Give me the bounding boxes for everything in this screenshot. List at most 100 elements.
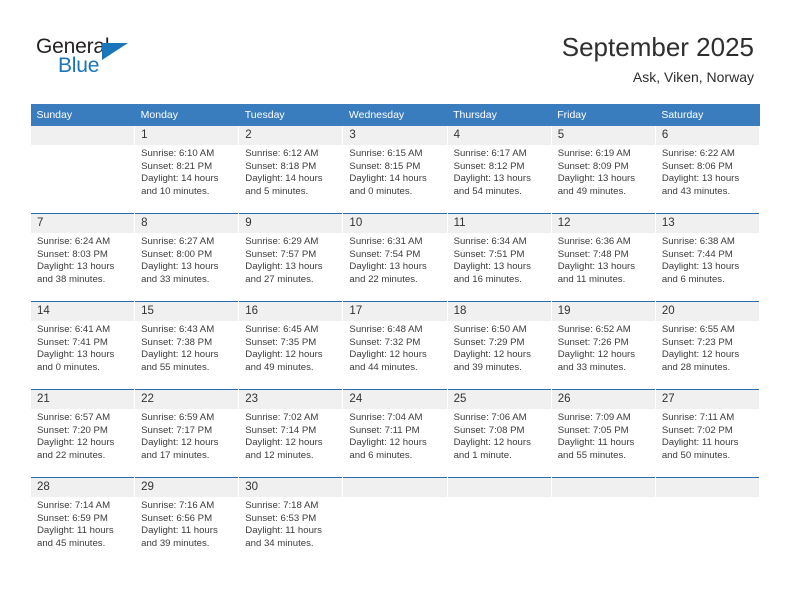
brand-logo[interactable]: General Blue (36, 36, 156, 84)
day-cell-inner: 4 Sunrise: 6:17 AM Sunset: 8:12 PM Daylight… (447, 126, 551, 213)
sunset-text: Sunset: 7:26 PM (557, 336, 629, 348)
calendar-day-cell[interactable]: 4 Sunrise: 6:17 AM Sunset: 8:12 PM Daylight… (446, 126, 552, 214)
day-number: 22 (135, 390, 239, 409)
sunset-text: Sunset: 8:03 PM (37, 248, 108, 260)
sunset-text: Sunset: 7:20 PM (37, 424, 108, 436)
calendar-cell-empty (342, 477, 448, 565)
day-number: 15 (135, 302, 239, 321)
day-info: Sunrise: 7:02 AM Sunset: 7:14 PM Daylight:… (239, 409, 342, 462)
calendar-day-cell[interactable]: 11 Sunrise: 6:34 AM Sunset: 7:51 PM Dayligh… (446, 213, 552, 302)
weekday-header-sunday: Sunday (30, 104, 135, 126)
calendar-day-cell[interactable]: 14 Sunrise: 6:41 AM Sunset: 7:41 PM Dayligh… (29, 301, 136, 390)
daylight-text-line2: and 17 minutes. (141, 449, 210, 461)
calendar-body: 1 Sunrise: 6:10 AM Sunset: 8:21 PM Daylight… (29, 126, 761, 565)
calendar-day-cell[interactable]: 9 Sunrise: 6:29 AM Sunset: 7:57 PM Daylight… (238, 213, 344, 302)
calendar-day-cell[interactable]: 21 Sunrise: 6:57 AM Sunset: 7:20 PM Dayligh… (29, 389, 136, 478)
daylight-text-line2: and 39 minutes. (453, 361, 522, 373)
sunset-text: Sunset: 6:53 PM (245, 512, 317, 524)
day-number: 20 (655, 302, 759, 321)
day-number: 12 (551, 214, 655, 233)
daylight-text-line1: Daylight: 13 hours (141, 261, 219, 273)
calendar-header-row: Sunday Monday Tuesday Wednesday Thursday Frid… (30, 104, 760, 126)
day-cell-inner: 14 Sunrise: 6:41 AM Sunset: 7:41 PM Dayligh… (31, 302, 135, 389)
day-info: Sunrise: 6:57 AM Sunset: 7:20 PM Daylight:… (31, 409, 134, 462)
daylight-text-line1: Daylight: 13 hours (349, 261, 427, 273)
daylight-text-line2: and 33 minutes. (557, 361, 626, 373)
sunrise-text: Sunrise: 6:38 AM (661, 236, 735, 247)
day-number: 6 (655, 126, 759, 145)
triangle-icon (102, 43, 128, 60)
calendar-week-row: 28 Sunrise: 7:14 AM Sunset: 6:59 PM Dayligh… (29, 477, 761, 565)
calendar-day-cell[interactable]: 25 Sunrise: 7:06 AM Sunset: 7:08 PM Dayligh… (446, 389, 552, 478)
weekday-header-tuesday: Tuesday (238, 104, 343, 126)
calendar-day-cell[interactable]: 19 Sunrise: 6:52 AM Sunset: 7:26 PM Dayligh… (550, 301, 656, 390)
day-cell-inner: 27 Sunrise: 7:11 AM Sunset: 7:02 PM Dayligh… (655, 390, 759, 477)
sunrise-text: Sunrise: 6:43 AM (141, 324, 215, 335)
calendar-day-cell[interactable]: 26 Sunrise: 7:09 AM Sunset: 7:05 PM Dayligh… (550, 389, 656, 478)
calendar-day-cell[interactable]: 15 Sunrise: 6:43 AM Sunset: 7:38 PM Dayligh… (134, 301, 240, 390)
calendar-day-cell[interactable]: 27 Sunrise: 7:11 AM Sunset: 7:02 PM Dayligh… (654, 389, 761, 478)
day-number: 1 (135, 126, 239, 145)
sunset-text: Sunset: 7:38 PM (141, 336, 213, 348)
sunrise-text: Sunrise: 6:48 AM (349, 324, 423, 335)
sunrise-text: Sunrise: 6:12 AM (245, 148, 319, 159)
calendar-day-cell[interactable]: 18 Sunrise: 6:50 AM Sunset: 7:29 PM Dayligh… (446, 301, 552, 390)
day-info: Sunrise: 6:52 AM Sunset: 7:26 PM Daylight:… (552, 321, 655, 374)
calendar-day-cell[interactable]: 16 Sunrise: 6:45 AM Sunset: 7:35 PM Dayligh… (238, 301, 344, 390)
sunrise-text: Sunrise: 6:59 AM (141, 412, 215, 423)
day-cell-inner: 2 Sunrise: 6:12 AM Sunset: 8:18 PM Daylight… (239, 126, 343, 213)
calendar-day-cell[interactable]: 2 Sunrise: 6:12 AM Sunset: 8:18 PM Daylight… (238, 126, 344, 214)
calendar-day-cell[interactable]: 3 Sunrise: 6:15 AM Sunset: 8:15 PM Daylight… (342, 126, 448, 214)
day-number: 18 (447, 302, 551, 321)
sunset-text: Sunset: 7:54 PM (349, 248, 421, 260)
day-cell-inner: 18 Sunrise: 6:50 AM Sunset: 7:29 PM Dayligh… (447, 302, 551, 389)
calendar-day-cell[interactable]: 12 Sunrise: 6:36 AM Sunset: 7:48 PM Dayligh… (550, 213, 656, 302)
daylight-text-line2: and 34 minutes. (245, 537, 314, 549)
calendar-day-cell[interactable]: 6 Sunrise: 6:22 AM Sunset: 8:06 PM Daylight… (654, 126, 761, 214)
daylight-text-line2: and 11 minutes. (557, 273, 626, 285)
sunset-text: Sunset: 7:02 PM (661, 424, 733, 436)
sunrise-text: Sunrise: 6:19 AM (557, 148, 631, 159)
calendar-day-cell[interactable]: 23 Sunrise: 7:02 AM Sunset: 7:14 PM Dayligh… (238, 389, 344, 478)
calendar-day-cell[interactable]: 24 Sunrise: 7:04 AM Sunset: 7:11 PM Dayligh… (342, 389, 448, 478)
calendar-day-cell[interactable]: 1 Sunrise: 6:10 AM Sunset: 8:21 PM Daylight… (134, 126, 240, 214)
daylight-text-line1: Daylight: 11 hours (141, 525, 218, 537)
sunset-text: Sunset: 8:06 PM (661, 160, 733, 172)
calendar-day-cell[interactable]: 30 Sunrise: 7:18 AM Sunset: 6:53 PM Dayligh… (238, 477, 344, 565)
sunrise-text: Sunrise: 6:41 AM (37, 324, 111, 335)
daylight-text-line2: and 49 minutes. (245, 361, 314, 373)
sunset-text: Sunset: 7:57 PM (245, 248, 317, 260)
calendar-day-cell[interactable]: 10 Sunrise: 6:31 AM Sunset: 7:54 PM Dayligh… (342, 213, 448, 302)
sunrise-text: Sunrise: 6:57 AM (37, 412, 111, 423)
daylight-text-line1: Daylight: 12 hours (37, 437, 115, 449)
day-number: 7 (31, 214, 135, 233)
daylight-text-line2: and 49 minutes. (557, 185, 626, 197)
calendar-day-cell[interactable]: 8 Sunrise: 6:27 AM Sunset: 8:00 PM Daylight… (134, 213, 240, 302)
daylight-text-line2: and 0 minutes. (37, 361, 100, 373)
sunrise-text: Sunrise: 6:15 AM (349, 148, 423, 159)
sunrise-text: Sunrise: 7:18 AM (245, 500, 319, 511)
calendar-day-cell[interactable]: 20 Sunrise: 6:55 AM Sunset: 7:23 PM Dayligh… (654, 301, 761, 390)
page-title: September 2025 (561, 32, 754, 62)
day-info: Sunrise: 7:06 AM Sunset: 7:08 PM Daylight:… (448, 409, 551, 462)
calendar-day-cell[interactable]: 22 Sunrise: 6:59 AM Sunset: 7:17 PM Dayligh… (134, 389, 240, 478)
calendar-day-cell[interactable]: 28 Sunrise: 7:14 AM Sunset: 6:59 PM Dayligh… (29, 477, 136, 565)
daylight-text-line2: and 55 minutes. (141, 361, 210, 373)
calendar-table: Sunday Monday Tuesday Wednesday Thursday Frid… (29, 104, 761, 565)
calendar-day-cell[interactable]: 17 Sunrise: 6:48 AM Sunset: 7:32 PM Dayligh… (342, 301, 448, 390)
day-number: 28 (31, 478, 135, 497)
day-number: 4 (447, 126, 551, 145)
calendar-day-cell[interactable]: 13 Sunrise: 6:38 AM Sunset: 7:44 PM Dayligh… (654, 213, 761, 302)
calendar-day-cell[interactable]: 5 Sunrise: 6:19 AM Sunset: 8:09 PM Daylight… (550, 126, 656, 214)
daylight-text-line2: and 0 minutes. (349, 185, 413, 197)
sunrise-text: Sunrise: 6:34 AM (453, 236, 527, 247)
page-subtitle: Ask, Viken, Norway (632, 69, 754, 85)
day-number: 23 (239, 390, 343, 409)
calendar-cell-empty (550, 477, 656, 565)
day-number (551, 478, 655, 497)
daylight-text-line1: Daylight: 13 hours (453, 261, 531, 273)
calendar-day-cell[interactable]: 29 Sunrise: 7:16 AM Sunset: 6:56 PM Dayligh… (134, 477, 240, 565)
calendar-day-cell[interactable]: 7 Sunrise: 6:24 AM Sunset: 8:03 PM Daylight… (29, 213, 136, 302)
calendar-cell-empty (29, 126, 136, 214)
daylight-text-line2: and 44 minutes. (349, 361, 418, 373)
